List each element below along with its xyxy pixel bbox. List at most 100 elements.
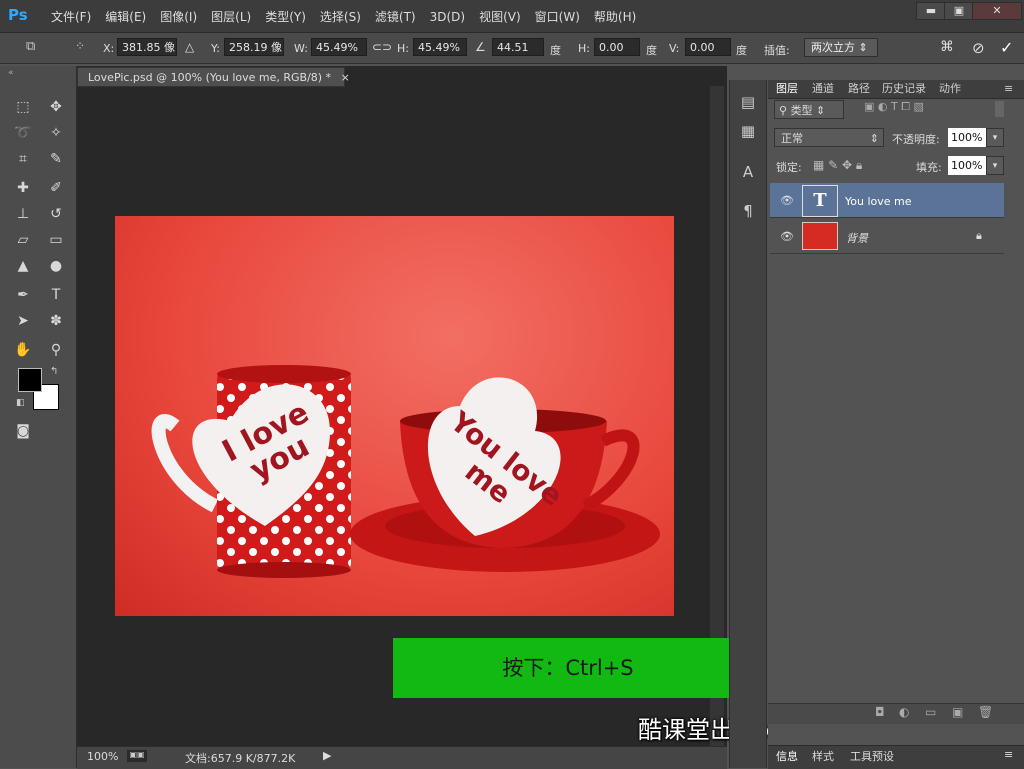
adjustment-layer-icon[interactable]: ◐ [899,705,909,719]
eraser-tool-icon[interactable]: ▱ [12,229,34,251]
angle-field[interactable]: 44.51 [492,38,544,56]
menu-select[interactable]: 选择(S) [313,0,368,32]
commit-transform-icon[interactable]: ✓ [1000,38,1020,58]
new-layer-icon[interactable]: ▣ [952,705,963,719]
tab-history[interactable]: 历史记录 [882,80,926,98]
document-size: 文档:657.9 K/877.2K [185,752,296,765]
blur-tool-icon[interactable]: ▲ [12,255,34,277]
blend-mode-select[interactable]: 正常 ⇕ [774,128,884,147]
hskew-field[interactable]: 0.00 [594,38,640,56]
menu-image[interactable]: 图像(I) [153,0,204,32]
opacity-dropdown[interactable]: ▾ [986,128,1004,147]
zoom-level[interactable]: 100% [87,750,118,763]
panel-menu-icon[interactable]: ≡ [1004,80,1013,98]
warp-icon[interactable]: ⌘ [940,39,960,59]
document-tab[interactable]: LovePic.psd @ 100% (You love me, RGB/8) … [77,67,350,87]
healing-brush-tool-icon[interactable]: ✚ [12,177,34,199]
opacity-field[interactable]: 100% [948,128,986,147]
magic-wand-tool-icon[interactable]: ✧ [45,122,67,144]
main-menu: 文件(F) 编辑(E) 图像(I) 图层(L) 类型(Y) 选择(S) 滤镜(T… [44,0,643,32]
menu-edit[interactable]: 编辑(E) [98,0,153,32]
menu-help[interactable]: 帮助(H) [587,0,643,32]
foreground-color-swatch[interactable] [18,368,42,392]
canvas-image[interactable]: I love you You love me [115,216,674,616]
menu-file[interactable]: 文件(F) [44,0,98,32]
tab-info[interactable]: 信息 [776,748,798,764]
clone-stamp-tool-icon[interactable]: ⊥ [12,203,34,225]
filter-icons[interactable]: ▣ ◐ T ⧠ ▧ [864,100,924,114]
tab-styles[interactable]: 样式 [812,748,834,764]
tab-channels[interactable]: 通道 [812,80,834,98]
tab-paths[interactable]: 路径 [848,80,870,98]
status-preview-icon[interactable]: ▣▣ [127,750,147,762]
visibility-eye-icon[interactable]: 👁︎ [780,230,794,243]
cancel-transform-icon[interactable]: ⊘ [972,39,992,59]
menu-view[interactable]: 视图(V) [472,0,528,32]
tab-layers[interactable]: 图层 [776,80,798,98]
delete-layer-icon[interactable]: 🗑︎ [978,705,993,719]
vskew-field[interactable]: 0.00 [685,38,731,56]
tab-tool-presets[interactable]: 工具预设 [850,748,894,764]
close-window-button[interactable]: ✕ [972,2,1022,20]
status-menu-arrow-icon[interactable]: ▶ [323,749,331,762]
history-brush-tool-icon[interactable]: ↺ [45,203,67,225]
menu-filter[interactable]: 滤镜(T) [368,0,423,32]
bottom-panel-tabs [768,745,1024,769]
bottom-panel-menu-icon[interactable]: ≡ [1004,748,1013,761]
history-panel-icon[interactable]: ▤ [738,92,758,112]
lock-icons[interactable]: ▦ ✎ ✥ 🔒︎ [813,158,862,173]
close-document-icon[interactable]: × [341,71,350,84]
hand-tool-icon[interactable]: ✋ [12,339,34,361]
paragraph-panel-icon[interactable]: ¶ [738,201,758,221]
layer-name-background[interactable]: 背景 [846,230,868,246]
menu-layer[interactable]: 图层(L) [204,0,258,32]
reference-point-icon[interactable]: ⁘ [75,39,93,57]
dodge-tool-icon[interactable]: ● [45,255,67,277]
crop-tool-icon[interactable]: ⌗ [12,148,34,170]
add-mask-icon[interactable]: ◘ [875,705,885,719]
x-field[interactable]: 381.85 像 [117,38,177,56]
path-selection-tool-icon[interactable]: ➤ [12,310,34,332]
move-tool-icon[interactable]: ✥ [45,96,67,118]
custom-shape-tool-icon[interactable]: ✽ [45,310,67,332]
properties-panel-icon[interactable]: ▦ [738,121,758,141]
lasso-tool-icon[interactable]: ➰ [12,122,34,144]
new-group-icon[interactable]: ▭ [925,705,936,719]
link-icon[interactable]: ⊂⊃ [372,40,392,54]
eyedropper-tool-icon[interactable]: ✎ [45,148,67,170]
relative-position-icon[interactable]: △ [185,40,194,54]
collapse-toolbox-icon[interactable]: « [8,68,14,78]
gradient-tool-icon[interactable]: ▭ [45,229,67,251]
interpolation-select[interactable]: 两次立方 ⇕ [804,38,878,57]
w-field[interactable]: 45.49% [311,38,367,56]
love-cups-photo [151,365,660,578]
tab-actions[interactable]: 动作 [939,80,961,98]
h-field[interactable]: 45.49% [413,38,467,56]
zoom-tool-icon[interactable]: ⚲ [45,339,67,361]
y-label: Y: [211,42,220,55]
marquee-tool-icon[interactable]: ⬚ [12,96,34,118]
pen-tool-icon[interactable]: ✒ [12,284,34,306]
layer-filter-select[interactable]: ⚲ 类型 ⇕ [774,100,844,119]
quick-mask-icon[interactable]: ◙ [12,420,34,442]
menu-window[interactable]: 窗口(W) [528,0,587,32]
default-colors-icon[interactable]: ◧ [16,398,25,408]
y-field[interactable]: 258.19 像 [224,38,284,56]
lock-label: 锁定: [776,161,802,174]
visibility-eye-icon[interactable]: 👁︎ [780,194,794,207]
maximize-button[interactable]: ▣ [944,2,974,20]
filter-toggle[interactable] [995,101,1004,117]
transform-tool-icon[interactable]: ⧉ [26,39,48,57]
menu-type[interactable]: 类型(Y) [258,0,313,32]
opacity-label: 不透明度: [892,133,940,146]
fill-dropdown[interactable]: ▾ [986,156,1004,175]
type-tool-icon[interactable]: T [45,284,67,306]
layer-name-text[interactable]: You love me [845,195,912,208]
fill-field[interactable]: 100% [948,156,986,175]
toolbox [0,66,77,768]
menu-3d[interactable]: 3D(D) [423,0,472,32]
swap-colors-icon[interactable]: ↰ [50,366,58,377]
character-panel-icon[interactable]: A [738,162,758,182]
minimize-button[interactable]: ▬ [916,2,946,20]
brush-tool-icon[interactable]: ✐ [45,177,67,199]
